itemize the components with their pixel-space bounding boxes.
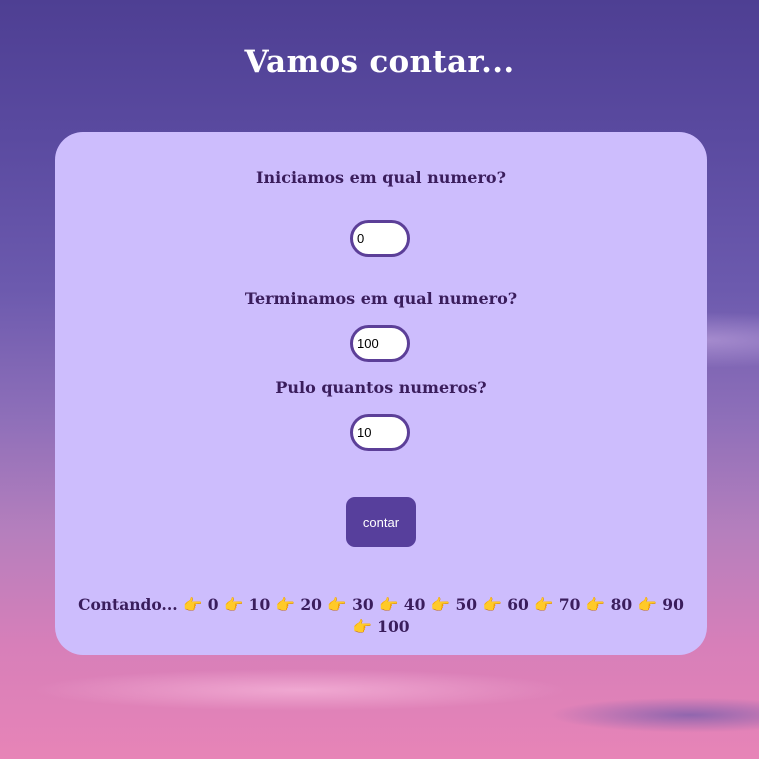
count-number: 70 [558,595,581,614]
end-label: Terminamos em qual numero? [244,289,518,308]
start-label: Iniciamos em qual numero? [256,168,506,187]
page-title: Vamos contar... [244,44,515,80]
count-number: 30 [352,595,374,614]
pointing-right-icon: 👉 [379,596,399,614]
count-number: 20 [300,595,322,614]
count-item: 👉 80 [586,595,632,614]
pointing-right-icon: 👉 [275,596,295,614]
count-item: 👉 70 [534,595,580,614]
pointing-right-icon: 👉 [637,596,657,614]
contar-button[interactable]: contar [346,497,416,547]
pointing-right-icon: 👉 [585,596,606,614]
count-item: 👉 50 [431,595,477,614]
pointing-right-icon: 👉 [352,618,372,636]
count-number: 50 [455,595,478,614]
pointing-right-icon: 👉 [534,596,554,614]
count-item: 👉 20 [276,595,322,614]
count-item: 👉 40 [379,595,425,614]
count-item: 👉 10 [224,595,270,614]
count-number: 10 [248,595,271,614]
count-number: 100 [377,617,410,636]
step-label: Pulo quantos numeros? [275,378,487,397]
pointing-right-icon: 👉 [183,596,203,614]
count-number: 90 [662,595,684,614]
start-input[interactable] [350,220,410,257]
pointing-right-icon: 👉 [327,596,347,614]
end-input[interactable] [350,325,410,362]
count-number: 0 [207,595,219,614]
count-result: Contando... 👉 0 👉 10 👉 20 👉 30 👉 40 👉 50… [75,594,687,638]
step-input[interactable] [350,414,410,451]
count-item: 👉 30 [327,595,373,614]
count-item: 👉 90 [638,595,684,614]
count-item: 👉 100 [352,617,409,636]
counter-card: Iniciamos em qual numero? Terminamos em … [55,132,707,655]
count-number: 60 [507,595,529,614]
pointing-right-icon: 👉 [430,596,451,614]
count-number: 40 [403,595,426,614]
result-prefix: Contando... [78,595,178,614]
pointing-right-icon: 👉 [482,596,502,614]
count-item: 👉 60 [482,595,528,614]
count-item: 👉 0 [183,595,219,614]
count-number: 80 [610,595,633,614]
pointing-right-icon: 👉 [223,596,244,614]
result-list: 👉 0 👉 10 👉 20 👉 30 👉 40 👉 50 👉 60 👉 70 👉… [183,595,684,636]
